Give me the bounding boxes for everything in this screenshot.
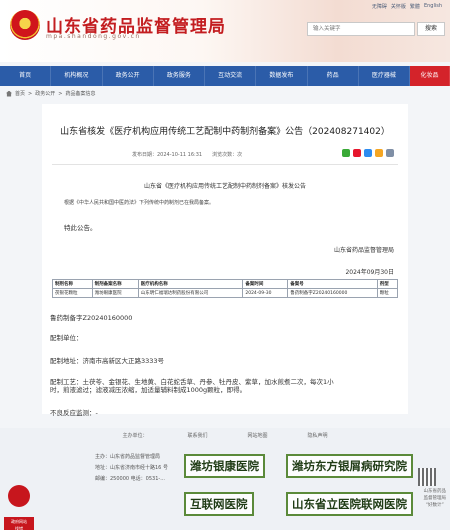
breadcrumb-item[interactable]: 政务公开 — [35, 90, 55, 97]
prep-process-line2: 时，煎液滤过；滤液减压浓缩，加适量辅料制成1000g颗粒，即得。 — [50, 386, 247, 394]
table-row: 茯银花颗粒 潍坊眼康医院 山东明仁福瑞达制药股份有限公司 2024-09-30 … — [52, 288, 399, 298]
watermark-line: 潍坊银康医院 — [184, 454, 265, 478]
home-icon — [6, 90, 12, 97]
registration-table: 制剂名称 制剂备案名称 医疗机构名称 备案时间 备案号 剂型 茯银花颗粒 潍坊眼… — [52, 279, 399, 298]
publish-date: 发布日期：2024-10-11 16:31 — [132, 152, 203, 158]
site-domain: mpa.shandong.gov.cn — [46, 33, 141, 40]
footer-link[interactable]: 隐私声明 — [308, 432, 328, 439]
nav-item-cosmetics[interactable]: 化妆品 — [410, 66, 450, 86]
overlay-watermark: 潍坊银康医院 潍坊东方银屑病研究院 互联网医院 山东省立医院联网医院 — [184, 454, 450, 530]
breadcrumb-item[interactable]: 药品备案信息 — [65, 90, 95, 97]
table-header-cell: 备案时间 — [242, 279, 289, 289]
table-header-cell: 备案号 — [287, 279, 378, 289]
nav-item-services[interactable]: 政务服务 — [154, 66, 205, 86]
table-header-cell: 剂型 — [376, 279, 399, 289]
table-cell: 茯银花颗粒 — [52, 288, 93, 298]
table-header-cell: 制剂名称 — [52, 279, 93, 289]
top-link[interactable]: 关怀版 — [391, 3, 406, 10]
nav-item-gov-open[interactable]: 政务公开 — [103, 66, 154, 86]
nav-item-home[interactable]: 首页 — [0, 66, 52, 86]
footer-links: 主办单位： 联系我们 网站地图 隐私声明 — [0, 428, 450, 442]
top-link[interactable]: 繁體 — [410, 3, 420, 10]
footer-link[interactable]: 联系我们 — [187, 432, 207, 439]
watermark-line: 潍坊东方银屑病研究院 — [286, 454, 413, 478]
nav-item-org[interactable]: 机构概况 — [51, 66, 103, 86]
table-header-row: 制剂名称 制剂备案名称 医疗机构名称 备案时间 备案号 剂型 — [52, 279, 399, 289]
nav-item-drugs[interactable]: 药品 — [308, 66, 359, 86]
view-count: 浏览次数：次 — [212, 152, 243, 158]
print-icon[interactable] — [386, 149, 394, 157]
main-nav: 首页 机构概况 政务公开 政务服务 互动交流 数据发布 药品 医疗器械 化妆品 — [0, 66, 450, 86]
top-link[interactable]: 无障碍 — [372, 3, 387, 10]
footer-link[interactable]: 网站地图 — [248, 432, 268, 439]
nav-item-interaction[interactable]: 互动交流 — [205, 66, 257, 86]
nav-item-data[interactable]: 数据发布 — [256, 66, 308, 86]
divider — [52, 164, 398, 165]
weibo-share-icon[interactable] — [353, 149, 361, 157]
table-cell: 颗粒 — [376, 288, 399, 298]
watermark-line: 山东省立医院联网医院 — [286, 492, 413, 516]
share-bar — [342, 149, 394, 157]
table-cell: 山东明仁福瑞达制药股份有限公司 — [137, 288, 244, 298]
table-header-cell: 制剂备案名称 — [91, 279, 139, 289]
breadcrumb-separator: > — [28, 90, 33, 97]
watermark-line: 互联网医院 — [184, 492, 254, 516]
notice-heading: 山东省《医疗机构应用传统工艺配制中药制剂备案》核发公告 — [143, 183, 306, 190]
notice-signer: 山东省药品监督管理局 — [333, 247, 394, 254]
table-cell: 2024-09-30 — [242, 288, 289, 298]
footer-postcode: 邮编：250000 电话：0531-... — [95, 476, 165, 482]
breadcrumb-separator: > — [58, 90, 63, 97]
breadcrumb: 首页 > 政务公开 > 药品备案信息 — [6, 90, 95, 97]
table-cell: 鲁药制备字Z20240160000 — [287, 288, 378, 298]
nav-item-devices[interactable]: 医疗器械 — [359, 66, 410, 86]
top-link[interactable]: English — [424, 3, 442, 10]
footer-address: 地址：山东省济南市经十路16 号 — [95, 465, 168, 471]
site-header: 山东省药品监督管理局 mpa.shandong.gov.cn 无障碍 关怀版 繁… — [0, 0, 450, 62]
search-button[interactable]: 搜索 — [417, 22, 445, 36]
article-meta: 发布日期：2024-10-11 16:31 浏览次数：次 — [132, 151, 242, 158]
notice-basis: 根据《中华人民共和国中医药法》下列传统中药制剂已在我局备案。 — [64, 200, 215, 206]
wechat-share-icon[interactable] — [342, 149, 350, 157]
qzone-share-icon[interactable] — [375, 149, 383, 157]
qq-share-icon[interactable] — [364, 149, 372, 157]
prep-unit: 配制单位： — [50, 334, 83, 342]
prep-address: 配制地址：济南市高新区大正路3333号 — [50, 357, 165, 365]
footer-info: 主办：山东省药品监督管理局 地址：山东省济南市经十路16 号 邮编：250000… — [95, 452, 168, 485]
table-cell: 潍坊眼康医院 — [91, 288, 139, 298]
footer-host: 主办：山东省药品监督管理局 — [95, 454, 161, 460]
top-links: 无障碍 关怀版 繁體 English — [372, 3, 442, 10]
article-card: 山东省核发《医疗机构应用传统工艺配制中药制剂备案》公告（202408271402… — [42, 104, 408, 414]
national-emblem-icon — [10, 10, 40, 40]
adverse-reaction: 不良反应监测：- — [50, 409, 98, 417]
reg-number: 鲁药制备字Z20240160000 — [50, 314, 133, 322]
article-title: 山东省核发《医疗机构应用传统工艺配制中药制剂备案》公告（202408271402… — [60, 127, 390, 137]
footer-link[interactable]: 主办单位： — [122, 432, 147, 439]
notice-date: 2024年09月30日 — [345, 269, 394, 276]
notice-announce: 特此公告。 — [64, 224, 97, 232]
search-input[interactable] — [307, 22, 415, 36]
table-header-cell: 医疗机构名称 — [137, 279, 244, 289]
gov-error-report-badge[interactable]: 政府网站 找错 — [4, 517, 34, 530]
breadcrumb-item[interactable]: 首页 — [15, 90, 25, 97]
party-badge-icon[interactable] — [8, 485, 30, 507]
